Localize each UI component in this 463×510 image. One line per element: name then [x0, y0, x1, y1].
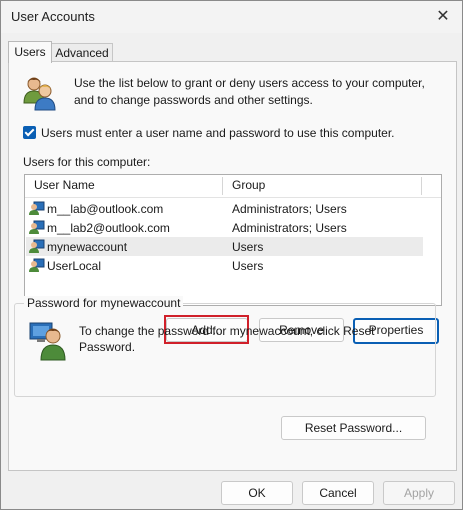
- user-name: UserLocal: [47, 259, 102, 273]
- require-login-label[interactable]: Users must enter a user name and passwor…: [41, 126, 395, 140]
- user-icon: [29, 201, 45, 219]
- ok-button[interactable]: OK: [221, 481, 293, 505]
- tab-users[interactable]: Users: [8, 41, 52, 63]
- users-list[interactable]: User Name Group m__lab@outlook.com Admin…: [24, 174, 442, 306]
- password-instructions: To change the password for mynewaccount,…: [79, 324, 375, 354]
- column-header-group[interactable]: Group: [232, 178, 265, 192]
- reset-password-button[interactable]: Reset Password...: [281, 416, 426, 440]
- user-name: m__lab2@outlook.com: [47, 221, 170, 235]
- users-icon: [23, 75, 57, 114]
- column-header-user-name[interactable]: User Name: [34, 178, 95, 192]
- column-separator[interactable]: [421, 177, 422, 195]
- user-icon: [29, 239, 45, 257]
- intro-text: Use the list below to grant or deny user…: [74, 76, 425, 107]
- users-tab-panel: Use the list below to grant or deny user…: [8, 61, 457, 471]
- table-row[interactable]: m__lab@outlook.com Administrators; Users: [26, 199, 423, 218]
- require-login-checkbox[interactable]: [23, 126, 36, 139]
- table-row[interactable]: UserLocal Users: [26, 256, 423, 275]
- user-name: m__lab@outlook.com: [47, 202, 164, 216]
- user-icon: [29, 258, 45, 276]
- user-group: Administrators; Users: [232, 221, 347, 235]
- cancel-button[interactable]: Cancel: [302, 481, 374, 505]
- apply-button[interactable]: Apply: [383, 481, 455, 505]
- title-bar: User Accounts ✕: [1, 1, 462, 33]
- table-row[interactable]: mynewaccount Users: [26, 237, 423, 256]
- tab-advanced[interactable]: Advanced: [51, 43, 113, 62]
- table-row[interactable]: m__lab2@outlook.com Administrators; User…: [26, 218, 423, 237]
- user-group: Administrators; Users: [232, 202, 347, 216]
- user-group: Users: [232, 259, 264, 273]
- user-icon: [29, 220, 45, 238]
- user-name: mynewaccount: [47, 240, 128, 254]
- user-group: Users: [232, 240, 264, 254]
- user-accounts-dialog: User Accounts ✕ Users Advanced Use the l…: [0, 0, 463, 510]
- column-separator[interactable]: [222, 177, 223, 195]
- close-icon[interactable]: ✕: [434, 8, 452, 26]
- password-groupbox-title: Password for mynewaccount: [24, 296, 184, 310]
- password-user-icon: [28, 319, 68, 364]
- users-list-label: Users for this computer:: [23, 155, 151, 169]
- window-title: User Accounts: [11, 9, 95, 24]
- list-header: User Name Group: [25, 175, 441, 198]
